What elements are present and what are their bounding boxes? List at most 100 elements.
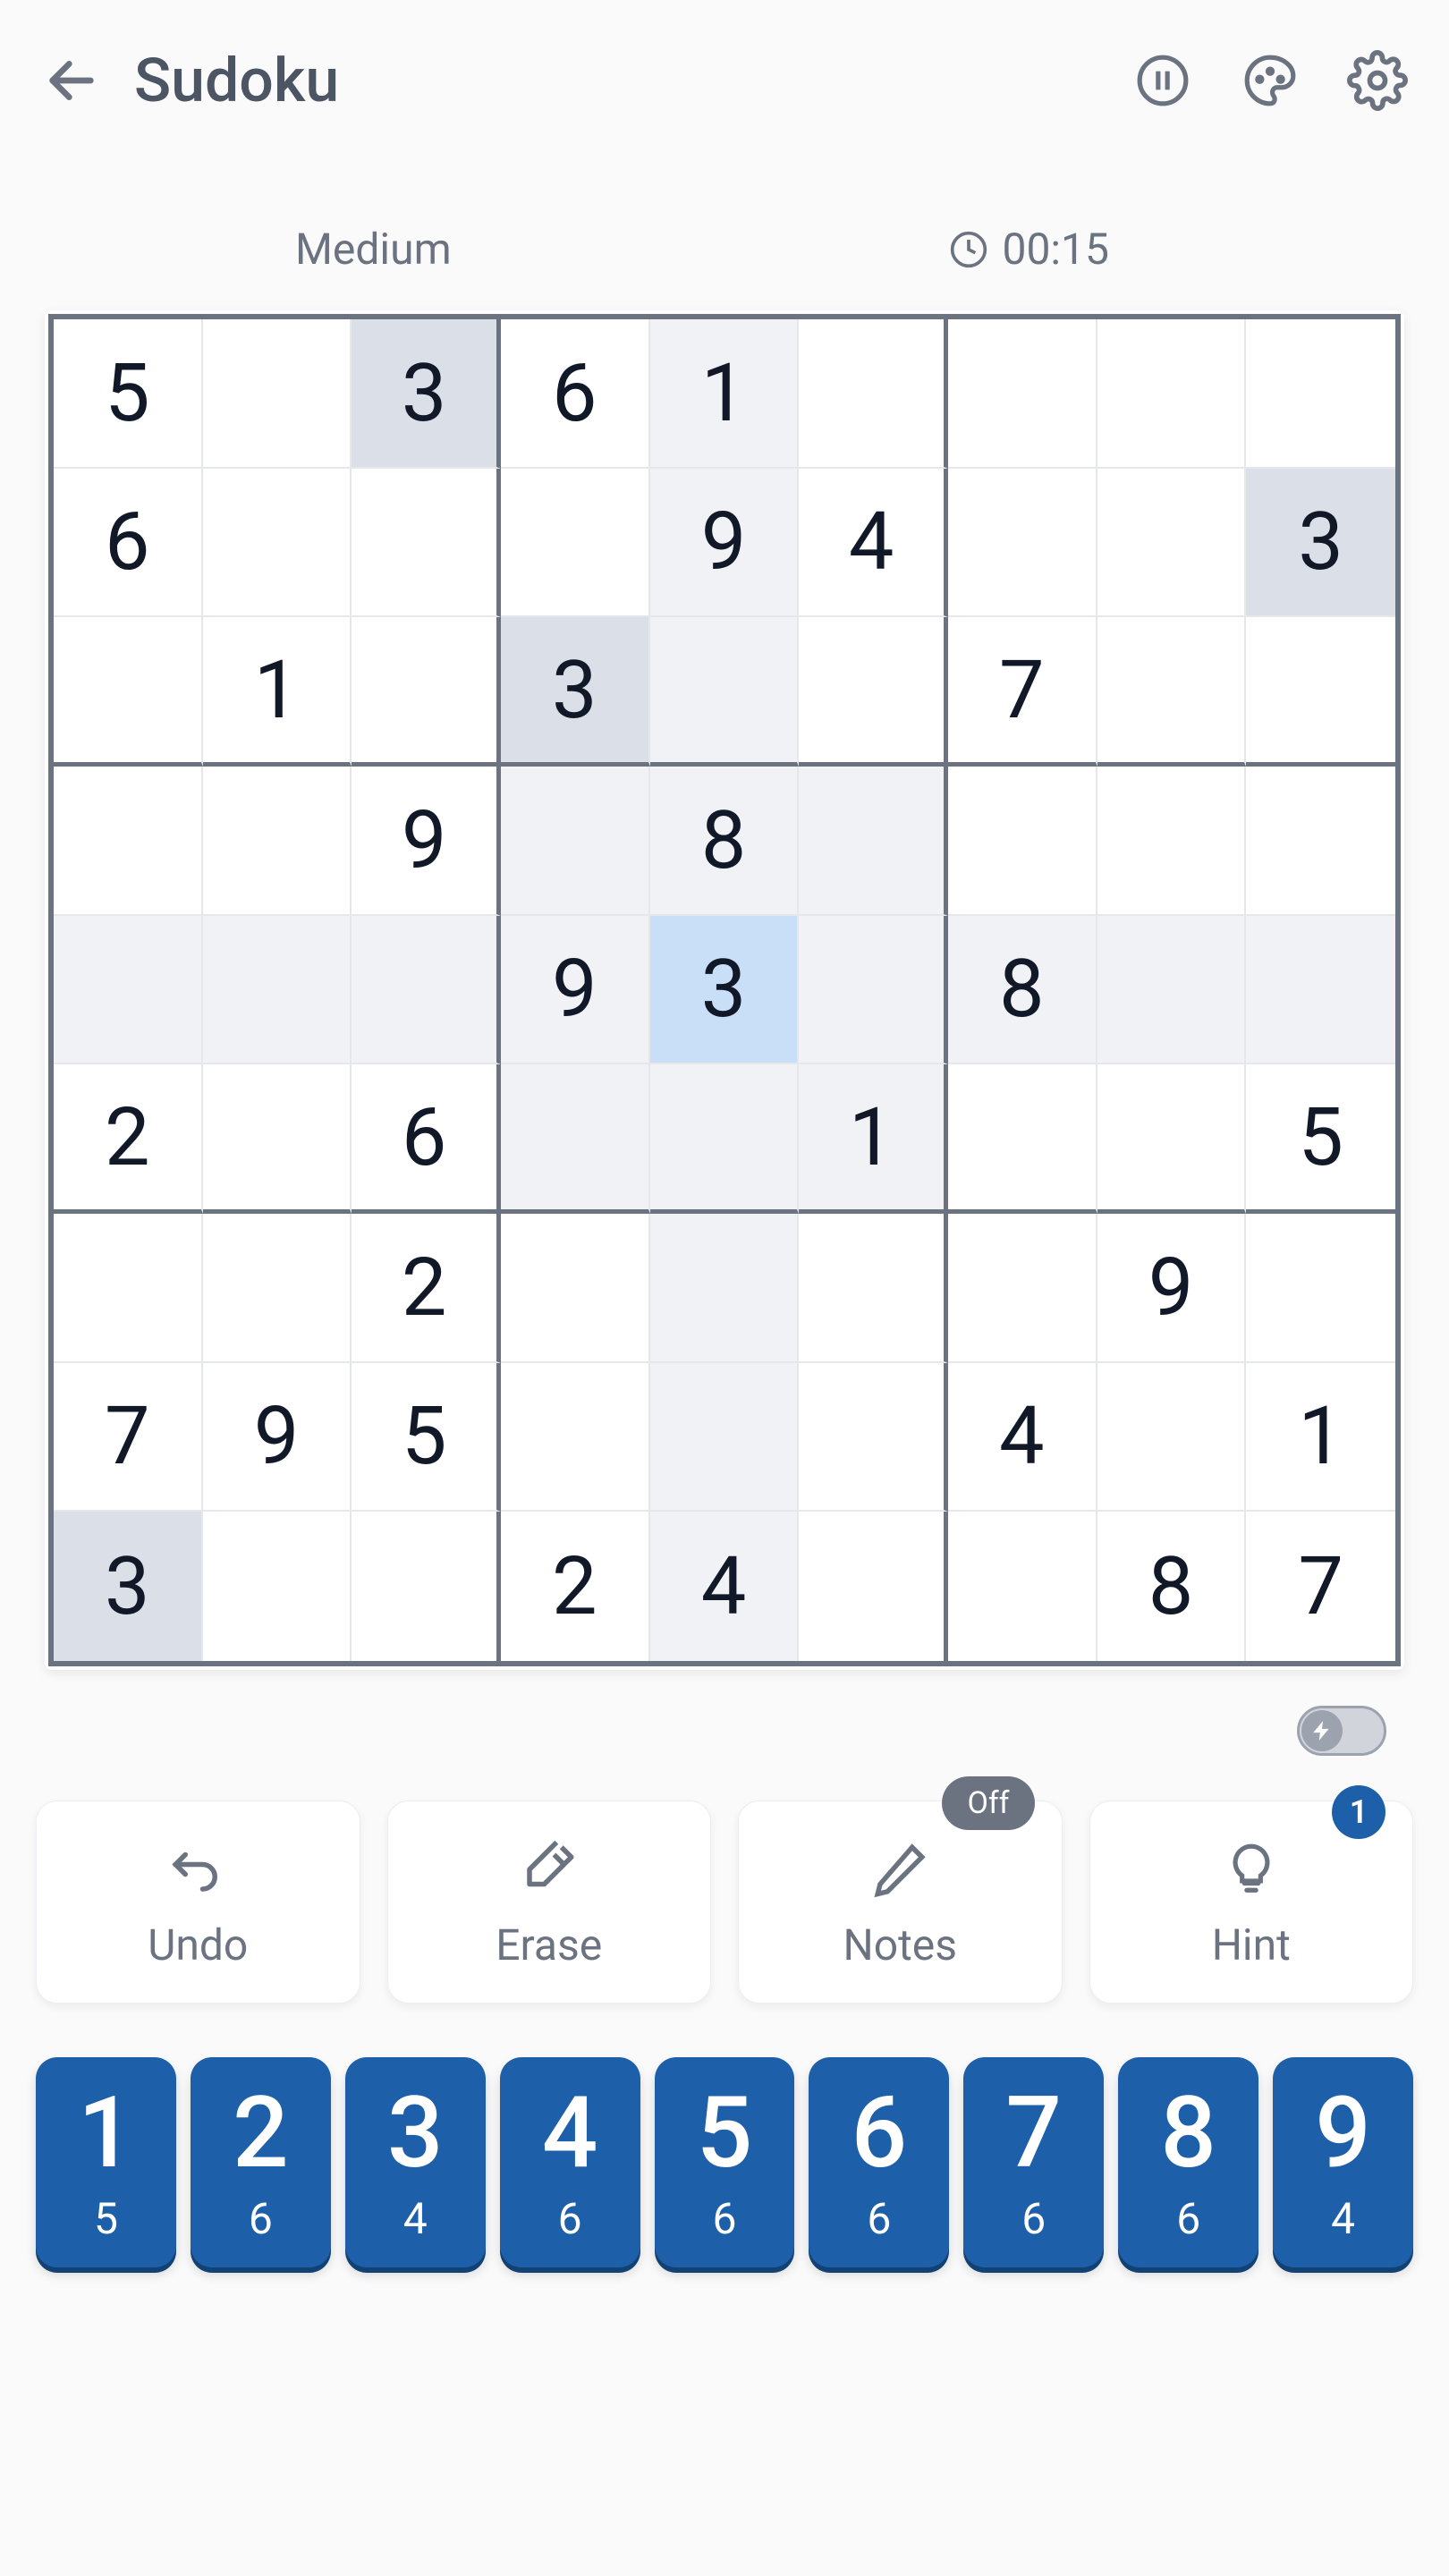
cell-r3-c1[interactable]: [203, 767, 352, 916]
fast-mode-toggle[interactable]: [1297, 1706, 1386, 1756]
numpad-8[interactable]: 86: [1118, 2057, 1258, 2267]
cell-r6-c5[interactable]: [799, 1214, 948, 1363]
cell-r8-c7[interactable]: 8: [1097, 1512, 1247, 1661]
cell-r0-c0[interactable]: 5: [54, 319, 203, 469]
cell-r3-c4[interactable]: 8: [650, 767, 800, 916]
cell-r1-c2[interactable]: [352, 469, 501, 618]
cell-r1-c5[interactable]: 4: [799, 469, 948, 618]
cell-r3-c6[interactable]: [948, 767, 1097, 916]
cell-r5-c8[interactable]: 5: [1246, 1064, 1395, 1214]
cell-r8-c3[interactable]: 2: [501, 1512, 650, 1661]
cell-r3-c0[interactable]: [54, 767, 203, 916]
cell-r8-c1[interactable]: [203, 1512, 352, 1661]
cell-r2-c2[interactable]: [352, 617, 501, 767]
cell-r6-c8[interactable]: [1246, 1214, 1395, 1363]
cell-r0-c1[interactable]: [203, 319, 352, 469]
cell-r4-c2[interactable]: [352, 916, 501, 1065]
cell-r8-c2[interactable]: [352, 1512, 501, 1661]
cell-r7-c4[interactable]: [650, 1363, 800, 1513]
cell-r0-c3[interactable]: 6: [501, 319, 650, 469]
palette-icon[interactable]: [1234, 45, 1306, 116]
cell-r5-c4[interactable]: [650, 1064, 800, 1214]
cell-r7-c8[interactable]: 1: [1246, 1363, 1395, 1513]
cell-r4-c7[interactable]: [1097, 916, 1247, 1065]
cell-r4-c6[interactable]: 8: [948, 916, 1097, 1065]
cell-r8-c8[interactable]: 7: [1246, 1512, 1395, 1661]
cell-r8-c4[interactable]: 4: [650, 1512, 800, 1661]
cell-r4-c5[interactable]: [799, 916, 948, 1065]
cell-r5-c6[interactable]: [948, 1064, 1097, 1214]
cell-r0-c2[interactable]: 3: [352, 319, 501, 469]
cell-r7-c0[interactable]: 7: [54, 1363, 203, 1513]
gear-icon[interactable]: [1342, 45, 1413, 116]
page-title: Sudoku: [134, 45, 339, 116]
cell-r2-c4[interactable]: [650, 617, 800, 767]
cell-r4-c3[interactable]: 9: [501, 916, 650, 1065]
cell-r0-c8[interactable]: [1246, 319, 1395, 469]
cell-r4-c1[interactable]: [203, 916, 352, 1065]
cell-r5-c3[interactable]: [501, 1064, 650, 1214]
cell-r7-c7[interactable]: [1097, 1363, 1247, 1513]
cell-r1-c8[interactable]: 3: [1246, 469, 1395, 618]
cell-r2-c7[interactable]: [1097, 617, 1247, 767]
cell-r2-c3[interactable]: 3: [501, 617, 650, 767]
cell-r1-c7[interactable]: [1097, 469, 1247, 618]
notes-button[interactable]: Off Notes: [738, 1801, 1063, 2004]
erase-button[interactable]: Erase: [387, 1801, 712, 2004]
cell-r5-c5[interactable]: 1: [799, 1064, 948, 1214]
cell-r6-c7[interactable]: 9: [1097, 1214, 1247, 1363]
cell-r2-c1[interactable]: 1: [203, 617, 352, 767]
cell-r7-c1[interactable]: 9: [203, 1363, 352, 1513]
cell-r3-c2[interactable]: 9: [352, 767, 501, 916]
cell-r6-c0[interactable]: [54, 1214, 203, 1363]
cell-r4-c0[interactable]: [54, 916, 203, 1065]
cell-r0-c5[interactable]: [799, 319, 948, 469]
cell-r7-c3[interactable]: [501, 1363, 650, 1513]
cell-r6-c2[interactable]: 2: [352, 1214, 501, 1363]
numpad-3[interactable]: 34: [345, 2057, 486, 2267]
cell-r3-c3[interactable]: [501, 767, 650, 916]
cell-r0-c6[interactable]: [948, 319, 1097, 469]
cell-r8-c0[interactable]: 3: [54, 1512, 203, 1661]
cell-r5-c0[interactable]: 2: [54, 1064, 203, 1214]
cell-r2-c5[interactable]: [799, 617, 948, 767]
cell-r1-c4[interactable]: 9: [650, 469, 800, 618]
cell-r6-c6[interactable]: [948, 1214, 1097, 1363]
cell-r4-c4[interactable]: 3: [650, 916, 800, 1065]
cell-r2-c0[interactable]: [54, 617, 203, 767]
numpad-1[interactable]: 15: [36, 2057, 176, 2267]
cell-r8-c5[interactable]: [799, 1512, 948, 1661]
cell-r2-c8[interactable]: [1246, 617, 1395, 767]
cell-r5-c1[interactable]: [203, 1064, 352, 1214]
numpad-6[interactable]: 66: [809, 2057, 949, 2267]
numpad-5[interactable]: 56: [655, 2057, 795, 2267]
cell-r2-c6[interactable]: 7: [948, 617, 1097, 767]
cell-r0-c4[interactable]: 1: [650, 319, 800, 469]
pause-icon[interactable]: [1127, 45, 1199, 116]
cell-r7-c5[interactable]: [799, 1363, 948, 1513]
cell-r7-c6[interactable]: 4: [948, 1363, 1097, 1513]
cell-r1-c1[interactable]: [203, 469, 352, 618]
cell-r8-c6[interactable]: [948, 1512, 1097, 1661]
numpad-2[interactable]: 26: [191, 2057, 331, 2267]
cell-r3-c8[interactable]: [1246, 767, 1395, 916]
back-arrow-icon[interactable]: [36, 45, 107, 116]
cell-r4-c8[interactable]: [1246, 916, 1395, 1065]
hint-button[interactable]: 1 Hint: [1089, 1801, 1414, 2004]
undo-button[interactable]: Undo: [36, 1801, 360, 2004]
numpad-4[interactable]: 46: [500, 2057, 640, 2267]
cell-r7-c2[interactable]: 5: [352, 1363, 501, 1513]
cell-r5-c7[interactable]: [1097, 1064, 1247, 1214]
numpad-7[interactable]: 76: [963, 2057, 1104, 2267]
cell-r1-c6[interactable]: [948, 469, 1097, 618]
cell-r6-c3[interactable]: [501, 1214, 650, 1363]
cell-r0-c7[interactable]: [1097, 319, 1247, 469]
cell-r1-c3[interactable]: [501, 469, 650, 618]
numpad-9[interactable]: 94: [1273, 2057, 1413, 2267]
cell-r6-c4[interactable]: [650, 1214, 800, 1363]
cell-r1-c0[interactable]: 6: [54, 469, 203, 618]
cell-r6-c1[interactable]: [203, 1214, 352, 1363]
cell-r5-c2[interactable]: 6: [352, 1064, 501, 1214]
cell-r3-c5[interactable]: [799, 767, 948, 916]
cell-r3-c7[interactable]: [1097, 767, 1247, 916]
